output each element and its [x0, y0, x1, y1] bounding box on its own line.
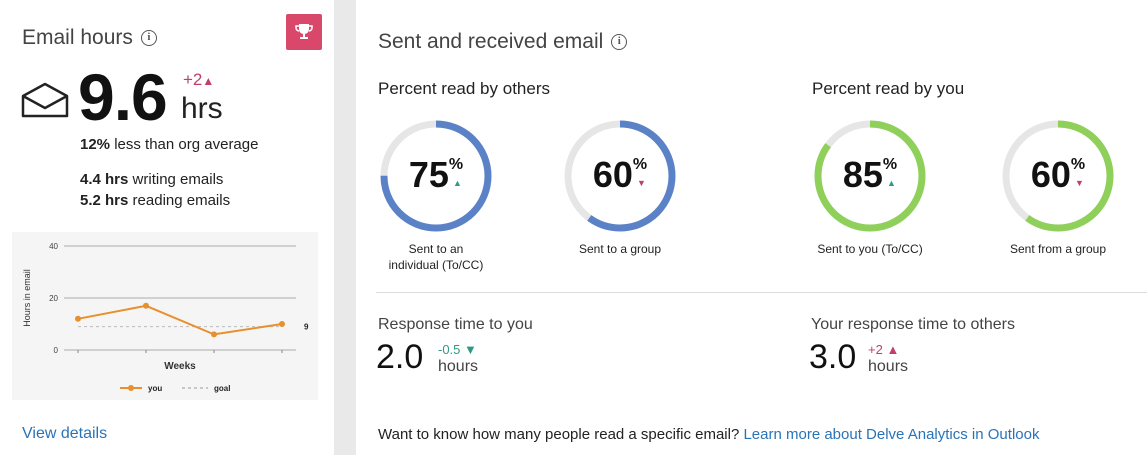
- reading-text: reading emails: [132, 192, 231, 209]
- percent-sign: %: [448, 156, 464, 173]
- read-ring-4: 60% ▼ Sent from a group: [1000, 118, 1116, 256]
- response-to-others-unit: hours: [868, 358, 909, 375]
- email-hours-delta: +2▲: [183, 70, 214, 90]
- email-hours-title-row: Email hours i: [22, 26, 157, 50]
- info-icon[interactable]: i: [140, 30, 157, 46]
- envelope-open-icon: [20, 82, 70, 123]
- ring-label: Sent to an individual (To/CC): [358, 241, 514, 273]
- ring-percent-value: 85: [842, 154, 883, 195]
- email-hours-title: Email hours: [22, 26, 133, 49]
- read-by-you-title: Percent read by you: [812, 79, 965, 98]
- percent-sign: %: [632, 156, 648, 173]
- response-to-others-delta: +2 ▲: [868, 342, 899, 357]
- y-tick-label: 0: [54, 346, 59, 355]
- series-line-you: [77, 304, 283, 336]
- response-to-you-label: Response time to you: [378, 316, 533, 333]
- ring-label-line-1: Sent to a group: [578, 242, 662, 256]
- response-to-you-delta-value: -0.5: [438, 342, 461, 357]
- y-tick-label: 40: [49, 242, 58, 251]
- sent-received-title: Sent and received email: [378, 30, 604, 53]
- y-tick-label: 20: [49, 294, 58, 303]
- reading-value: 5.2 hrs: [80, 192, 129, 209]
- ring-label-line-1: Sent to you (To/CC): [817, 242, 923, 256]
- arrow-up-icon: ▲: [886, 342, 900, 357]
- ring-label-line-2: individual (To/CC): [388, 258, 484, 272]
- response-to-others-label: Your response time to others: [811, 316, 1015, 333]
- ring-percent: 60%: [562, 154, 678, 196]
- delve-analytics-link[interactable]: Learn more about Delve Analytics in Outl…: [743, 426, 1039, 443]
- email-hours-value: 9.6: [78, 60, 168, 134]
- arrow-down-icon: ▼: [464, 342, 477, 357]
- email-hours-chart: 40 20 0 Hours in email Weeks 9 you goal: [12, 232, 318, 400]
- trophy-icon[interactable]: [286, 14, 322, 50]
- sent-received-title-row: Sent and received email i: [378, 30, 628, 54]
- goal-end-label: 9: [304, 323, 309, 332]
- read-ring-2: 60% ▼ Sent to a group: [562, 118, 678, 256]
- data-point-you: [279, 321, 285, 327]
- ring-percent: 75%: [378, 154, 494, 196]
- response-to-others-delta-value: +2: [868, 342, 883, 357]
- percent-sign: %: [882, 156, 898, 173]
- email-hours-delta-value: +2: [183, 70, 203, 89]
- ring-percent-value: 60: [1030, 154, 1071, 195]
- y-axis-label: Hours in email: [22, 269, 32, 327]
- ring-label: Sent to you (To/CC): [792, 241, 948, 257]
- arrow-down-icon: ▼: [637, 178, 646, 188]
- response-to-you-delta: -0.5 ▼: [438, 342, 477, 357]
- footer-text: Want to know how many people read a spec…: [378, 426, 740, 443]
- email-hours-card: Email hours i 9.6 +2▲ hrs 12% less than …: [0, 0, 334, 455]
- ring-label-line-1: Sent from a group: [1009, 242, 1107, 256]
- section-divider: [376, 292, 1147, 293]
- reading-emails: 5.2 hrs reading emails: [80, 192, 230, 209]
- sent-received-card: Sent and received email i Percent read b…: [356, 0, 1147, 455]
- percent-sign: %: [1070, 156, 1086, 173]
- info-icon[interactable]: i: [611, 34, 628, 50]
- legend-label-goal: goal: [214, 384, 230, 393]
- arrow-up-icon: ▲: [202, 74, 215, 88]
- ring-percent-value: 75: [408, 154, 449, 195]
- legend-label-you: you: [148, 384, 162, 393]
- writing-text: writing emails: [132, 171, 224, 188]
- read-ring-1: 75% ▲ Sent to an individual (To/CC): [378, 118, 494, 272]
- data-point-you: [211, 331, 217, 338]
- ring-percent: 85%: [812, 154, 928, 196]
- data-point-you: [75, 315, 81, 322]
- ring-label: Sent from a group: [980, 241, 1136, 257]
- org-comparison: 12% less than org average: [80, 136, 258, 153]
- read-ring-3: 85% ▲ Sent to you (To/CC): [812, 118, 928, 256]
- ring-label: Sent to a group: [542, 241, 698, 257]
- arrow-down-icon: ▼: [1075, 178, 1084, 188]
- response-to-others-value: 3.0: [809, 338, 857, 376]
- writing-value: 4.4 hrs: [80, 171, 129, 188]
- response-to-you-unit: hours: [438, 358, 479, 375]
- org-comparison-pct: 12%: [80, 136, 111, 153]
- response-to-you-value: 2.0: [376, 338, 424, 376]
- legend-marker-you: [128, 385, 134, 391]
- arrow-up-icon: ▲: [453, 178, 462, 188]
- x-axis-label: Weeks: [164, 361, 196, 372]
- writing-emails: 4.4 hrs writing emails: [80, 171, 223, 188]
- panel-divider: [334, 0, 356, 455]
- ring-percent: 60%: [1000, 154, 1116, 196]
- view-details-link[interactable]: View details: [22, 425, 107, 443]
- read-by-others-title: Percent read by others: [378, 79, 550, 98]
- email-hours-unit: hrs: [181, 92, 223, 125]
- ring-percent-value: 60: [592, 154, 633, 195]
- org-comparison-text: less than org average: [114, 136, 259, 153]
- footer-message: Want to know how many people read a spec…: [378, 426, 1039, 443]
- arrow-up-icon: ▲: [887, 178, 896, 188]
- ring-label-line-1: Sent to an: [408, 242, 464, 256]
- data-point-you: [143, 302, 149, 309]
